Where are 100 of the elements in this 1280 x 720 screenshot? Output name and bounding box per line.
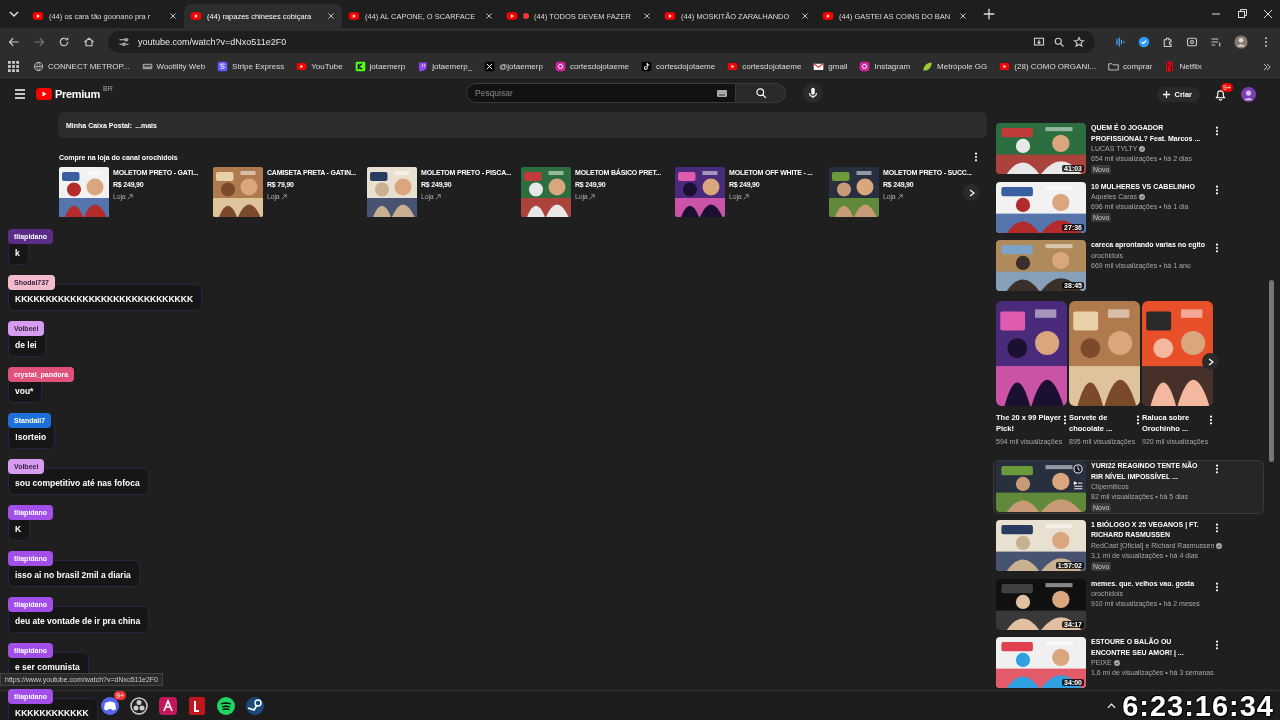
bookmark[interactable]: Wootility Web bbox=[141, 61, 206, 72]
youtube-icon bbox=[727, 61, 739, 72]
bookmark[interactable]: cortesdojotaeme bbox=[727, 61, 802, 72]
youtube-icon bbox=[32, 10, 44, 22]
close-icon[interactable] bbox=[168, 11, 178, 21]
youtube-icon bbox=[664, 10, 676, 22]
close-icon[interactable] bbox=[958, 11, 968, 21]
more-options-icon[interactable] bbox=[1209, 415, 1213, 426]
plus-icon bbox=[1162, 89, 1172, 99]
next-button[interactable] bbox=[963, 184, 980, 201]
more-bookmarks-icon[interactable] bbox=[1262, 61, 1272, 72]
external-link-icon bbox=[435, 194, 442, 200]
verified-icon bbox=[1113, 660, 1120, 667]
timer-overlay: 6:23:16:34 bbox=[1122, 691, 1274, 720]
more-options-icon[interactable] bbox=[1215, 640, 1219, 651]
play-logo-icon bbox=[36, 88, 52, 100]
close-icon[interactable] bbox=[1262, 8, 1274, 20]
bookmark[interactable]: jotaemerp_ bbox=[417, 61, 473, 72]
recorder-icon[interactable] bbox=[129, 695, 149, 716]
forward-icon[interactable] bbox=[33, 36, 45, 48]
more-options-icon[interactable] bbox=[1215, 464, 1219, 475]
voice-search-button[interactable] bbox=[803, 83, 823, 103]
search-field[interactable]: Pesquisar bbox=[466, 83, 736, 103]
more-options-icon[interactable] bbox=[1215, 184, 1219, 195]
profile-avatar-icon[interactable] bbox=[1234, 35, 1248, 49]
screenshot-icon[interactable] bbox=[1186, 36, 1198, 48]
keyboard-icon bbox=[141, 61, 153, 72]
address-bar[interactable]: youtube.com/watch?v=dNxo511e2F0 bbox=[108, 31, 1095, 53]
site-settings-icon[interactable] bbox=[118, 36, 130, 48]
back-icon[interactable] bbox=[8, 36, 20, 48]
youtube-icon bbox=[190, 10, 202, 22]
menu-icon[interactable] bbox=[14, 88, 26, 100]
search-button[interactable] bbox=[736, 83, 786, 103]
bookmark[interactable]: comprar bbox=[1108, 61, 1153, 72]
more-options-icon[interactable] bbox=[1215, 522, 1219, 533]
sound-wave-icon[interactable] bbox=[1114, 36, 1126, 48]
instagram-icon bbox=[554, 61, 566, 72]
live-dot-icon bbox=[523, 13, 529, 19]
bookmark[interactable]: Metrópole GG bbox=[922, 61, 988, 72]
youtube-icon bbox=[506, 10, 518, 22]
folder-icon bbox=[1108, 61, 1120, 72]
extension-icon[interactable] bbox=[1138, 36, 1150, 48]
twitch-icon bbox=[417, 61, 429, 72]
keyboard-icon bbox=[717, 89, 727, 97]
new-tab-icon[interactable] bbox=[982, 7, 996, 21]
clock-icon[interactable] bbox=[1073, 464, 1083, 475]
app-icon[interactable] bbox=[187, 695, 207, 716]
bookmark[interactable]: Stripe Express bbox=[217, 61, 285, 72]
restore-icon[interactable] bbox=[1236, 8, 1248, 20]
chat-message: sou competitivo até nas fofoca bbox=[8, 468, 149, 495]
music-app-icon[interactable] bbox=[216, 695, 236, 716]
bookmark[interactable]: Netflix bbox=[1164, 61, 1202, 72]
bookmark[interactable]: CONNECT METROP... bbox=[33, 61, 130, 72]
media-queue-icon[interactable] bbox=[1210, 36, 1222, 48]
chevron-up-icon[interactable] bbox=[1107, 702, 1117, 709]
external-link-icon bbox=[281, 194, 288, 200]
scrollbar-thumb[interactable] bbox=[1269, 280, 1274, 462]
more-options-icon[interactable] bbox=[1215, 581, 1219, 592]
more-options-icon[interactable] bbox=[1136, 415, 1140, 426]
more-options-icon[interactable] bbox=[1215, 243, 1219, 254]
close-icon[interactable] bbox=[642, 11, 652, 21]
bookmark[interactable]: YouTube bbox=[296, 61, 343, 72]
bookmark[interactable]: @jotaemerp bbox=[484, 61, 543, 72]
search-icon bbox=[754, 87, 767, 99]
chat-message: KKKKKKKKKKKKKKKKKKKKKKKKKKKKK bbox=[8, 284, 202, 311]
zoom-icon[interactable] bbox=[1053, 36, 1065, 48]
close-icon[interactable] bbox=[484, 11, 494, 21]
home-icon[interactable] bbox=[83, 36, 95, 48]
kick-icon bbox=[354, 61, 366, 72]
youtube-icon bbox=[348, 10, 360, 22]
queue-icon[interactable] bbox=[1073, 480, 1083, 491]
gmail-icon bbox=[813, 61, 825, 72]
design-app-icon[interactable] bbox=[158, 695, 178, 716]
verified-icon bbox=[1138, 194, 1145, 201]
close-icon[interactable] bbox=[326, 11, 336, 21]
puzzle-icon[interactable] bbox=[1162, 36, 1174, 48]
close-icon[interactable] bbox=[800, 11, 810, 21]
instagram-icon bbox=[859, 61, 871, 72]
external-link-icon bbox=[743, 194, 750, 200]
bookmark[interactable]: (28) COMO ORGANI... bbox=[999, 61, 1097, 72]
youtube-icon bbox=[296, 61, 308, 72]
bookmark[interactable]: Instagram bbox=[859, 61, 911, 72]
bookmark[interactable]: cortesdojotaeme bbox=[554, 61, 630, 72]
star-icon[interactable] bbox=[1073, 36, 1085, 48]
more-options-icon[interactable] bbox=[1063, 415, 1067, 426]
more-options-icon[interactable] bbox=[974, 152, 978, 162]
install-icon[interactable] bbox=[1033, 36, 1045, 48]
x-icon bbox=[484, 61, 496, 72]
leaf-icon bbox=[922, 61, 934, 72]
bookmark[interactable]: jotaemerp bbox=[354, 61, 406, 72]
bookmark[interactable]: cortesdojotaeme bbox=[641, 61, 716, 72]
external-link-icon bbox=[897, 194, 904, 200]
avatar-icon[interactable] bbox=[1241, 86, 1256, 102]
reload-icon[interactable] bbox=[58, 36, 70, 48]
next-button[interactable] bbox=[1202, 353, 1219, 371]
bookmark[interactable]: gmail bbox=[813, 61, 848, 72]
apps-grid-icon[interactable] bbox=[8, 61, 19, 72]
more-options-icon[interactable] bbox=[1215, 126, 1219, 136]
external-link-icon bbox=[127, 194, 134, 200]
game-store-icon[interactable] bbox=[245, 695, 265, 716]
